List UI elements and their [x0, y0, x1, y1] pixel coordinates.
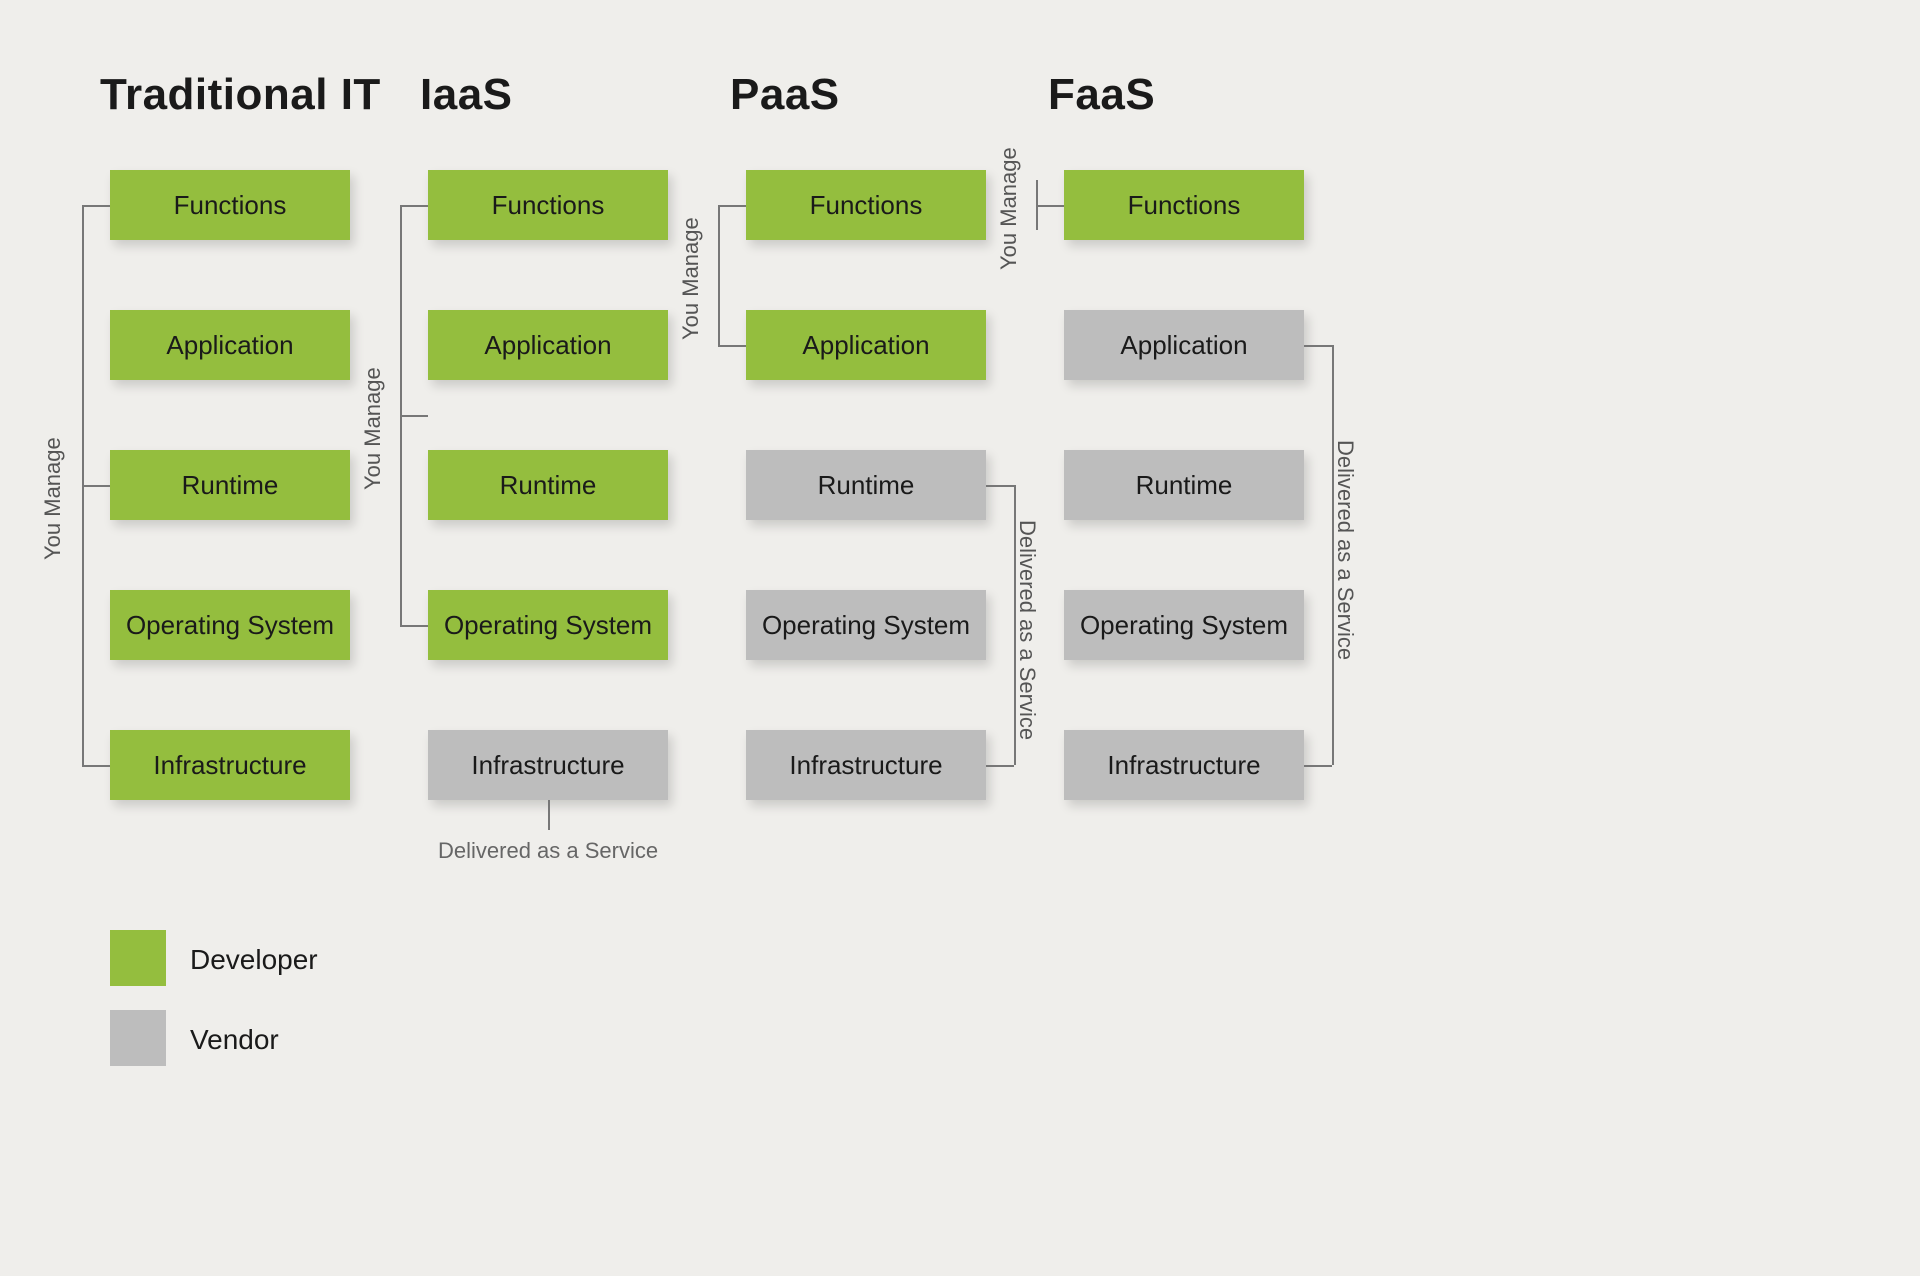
- diagram-canvas: Traditional IT IaaS PaaS FaaS Functions …: [0, 0, 1920, 1276]
- label-faas-delivered: Delivered as a Service: [1332, 440, 1358, 660]
- bracket-tick: [82, 205, 110, 207]
- box-faas-os: Operating System: [1064, 590, 1304, 660]
- box-paas-os: Operating System: [746, 590, 986, 660]
- label-traditional-you-manage: You Manage: [40, 437, 66, 560]
- bracket-tick: [400, 625, 428, 627]
- box-iaas-infra: Infrastructure: [428, 730, 668, 800]
- box-faas-runtime: Runtime: [1064, 450, 1304, 520]
- bracket-tick: [718, 345, 746, 347]
- box-traditional-os: Operating System: [110, 590, 350, 660]
- bracket-tick: [986, 485, 1014, 487]
- label-paas-delivered: Delivered as a Service: [1014, 520, 1040, 740]
- box-paas-runtime: Runtime: [746, 450, 986, 520]
- legend-swatch-vendor: [110, 1010, 166, 1066]
- bracket-paas-you-manage: [718, 205, 720, 345]
- col-header-iaas: IaaS: [420, 70, 513, 120]
- box-traditional-application: Application: [110, 310, 350, 380]
- col-header-paas: PaaS: [730, 70, 840, 120]
- legend-swatch-developer: [110, 930, 166, 986]
- col-header-faas: FaaS: [1048, 70, 1155, 120]
- box-traditional-runtime: Runtime: [110, 450, 350, 520]
- bracket-tick: [82, 485, 110, 487]
- bracket-tick: [400, 205, 428, 207]
- legend-label-vendor: Vendor: [190, 1024, 279, 1056]
- col-header-traditional: Traditional IT: [100, 70, 381, 120]
- bracket-tick: [1036, 205, 1064, 207]
- box-iaas-runtime: Runtime: [428, 450, 668, 520]
- box-iaas-os: Operating System: [428, 590, 668, 660]
- box-traditional-functions: Functions: [110, 170, 350, 240]
- box-paas-application: Application: [746, 310, 986, 380]
- legend-label-developer: Developer: [190, 944, 318, 976]
- box-paas-functions: Functions: [746, 170, 986, 240]
- label-iaas-delivered: Delivered as a Service: [438, 838, 658, 864]
- box-traditional-infra: Infrastructure: [110, 730, 350, 800]
- label-faas-you-manage: You Manage: [996, 147, 1022, 270]
- bracket-tick: [986, 765, 1014, 767]
- label-paas-you-manage: You Manage: [678, 217, 704, 340]
- box-iaas-functions: Functions: [428, 170, 668, 240]
- bracket-tick: [718, 205, 746, 207]
- box-faas-infra: Infrastructure: [1064, 730, 1304, 800]
- box-iaas-application: Application: [428, 310, 668, 380]
- box-faas-functions: Functions: [1064, 170, 1304, 240]
- bracket-tick: [1304, 765, 1332, 767]
- bracket-tick: [400, 415, 428, 417]
- box-paas-infra: Infrastructure: [746, 730, 986, 800]
- box-faas-application: Application: [1064, 310, 1304, 380]
- bracket-tick: [82, 765, 110, 767]
- bracket-iaas-delivered: [548, 800, 550, 830]
- label-iaas-you-manage: You Manage: [360, 367, 386, 490]
- bracket-tick: [1304, 345, 1332, 347]
